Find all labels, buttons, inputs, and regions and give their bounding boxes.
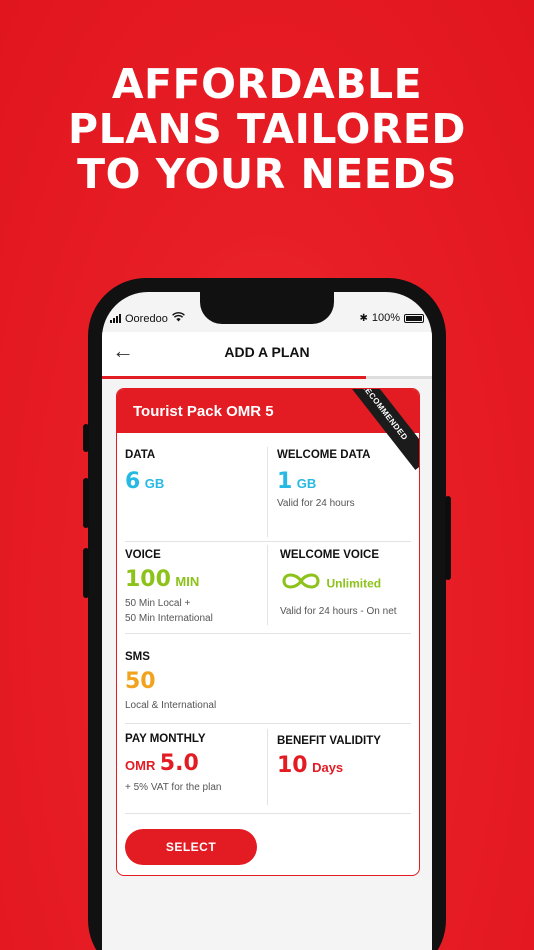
infinity-icon: [280, 571, 322, 596]
page-title: ADD A PLAN: [224, 344, 310, 360]
headline-line-1: AFFORDABLE: [111, 60, 423, 108]
welcome-data-label: WELCOME DATA: [277, 449, 371, 461]
phone-volume-up: [83, 478, 89, 528]
divider: [267, 447, 268, 537]
headline: AFFORDABLE PLANS TAILORED TO YOUR NEEDS: [0, 62, 534, 197]
bluetooth-icon: ✱: [359, 312, 368, 324]
carrier-name: Ooredoo: [125, 312, 168, 325]
phone-volume-down: [83, 548, 89, 598]
app-screen: Ooredoo ✱ 100% ← ADD A PLAN Tourist Pack…: [102, 292, 432, 950]
benefit-validity-cell: BENEFIT VALIDITY 10 Days: [277, 735, 381, 778]
battery-icon: [404, 313, 424, 323]
welcome-data-cell: WELCOME DATA 1 GB Valid for 24 hours: [277, 449, 370, 511]
phone-mute-switch: [83, 424, 89, 452]
welcome-voice-value: Unlimited: [326, 576, 382, 591]
voice-note-local: 50 Min Local +: [125, 598, 191, 609]
benefit-validity-label: BENEFIT VALIDITY: [277, 735, 381, 747]
data-unit: GB: [144, 476, 165, 491]
voice-label: VOICE: [125, 549, 161, 561]
data-cell: DATA 6 GB: [125, 449, 164, 494]
voice-value: 100: [125, 567, 171, 592]
divider: [125, 723, 411, 724]
welcome-voice-cell: WELCOME VOICE Unlimited Valid for 24 hou…: [280, 549, 397, 619]
data-value: 6: [125, 469, 141, 494]
wifi-icon: [171, 312, 185, 325]
pay-monthly-cell: PAY MONTHLY OMR 5.0 + 5% VAT for the pla…: [125, 733, 221, 795]
app-bar: ← ADD A PLAN: [102, 332, 432, 376]
voice-unit: MIN: [175, 574, 200, 589]
data-label: DATA: [125, 449, 156, 461]
select-button[interactable]: SELECT: [125, 829, 257, 865]
divider: [125, 541, 411, 542]
pay-value: 5.0: [159, 751, 199, 776]
sms-value: 50: [125, 669, 156, 694]
welcome-voice-note: Valid for 24 hours - On net: [280, 606, 397, 617]
step-progress-bar: [102, 376, 432, 379]
benefit-validity-unit: Days: [312, 760, 344, 775]
divider: [125, 633, 411, 634]
divider: [125, 813, 411, 814]
phone-notch: [200, 290, 334, 324]
divider: [267, 729, 268, 805]
divider: [267, 545, 268, 625]
plan-card[interactable]: Tourist Pack OMR 5 RECOMMENDED DATA 6 GB…: [116, 388, 420, 876]
sms-note: Local & International: [125, 700, 217, 711]
headline-line-2: PLANS TAILORED: [68, 105, 466, 153]
benefit-validity-value: 10: [277, 753, 308, 778]
step-progress-fill: [102, 376, 366, 379]
welcome-voice-label: WELCOME VOICE: [280, 549, 380, 561]
welcome-data-unit: GB: [296, 476, 317, 491]
pay-currency: OMR: [125, 758, 156, 773]
sms-label: SMS: [125, 651, 150, 663]
battery-percent: 100%: [371, 312, 400, 324]
sms-cell: SMS 50 Local & International: [125, 651, 216, 713]
headline-line-3: TO YOUR NEEDS: [77, 150, 457, 198]
pay-vat-note: + 5% VAT for the plan: [125, 782, 222, 793]
signal-icon: [110, 314, 121, 323]
welcome-data-value: 1: [277, 469, 293, 494]
pay-monthly-label: PAY MONTHLY: [125, 733, 206, 745]
voice-cell: VOICE 100 MIN 50 Min Local + 50 Min Inte…: [125, 549, 213, 626]
phone-power-button: [445, 496, 451, 580]
voice-note-international: 50 Min International: [125, 613, 213, 624]
welcome-data-note: Valid for 24 hours: [277, 498, 355, 509]
